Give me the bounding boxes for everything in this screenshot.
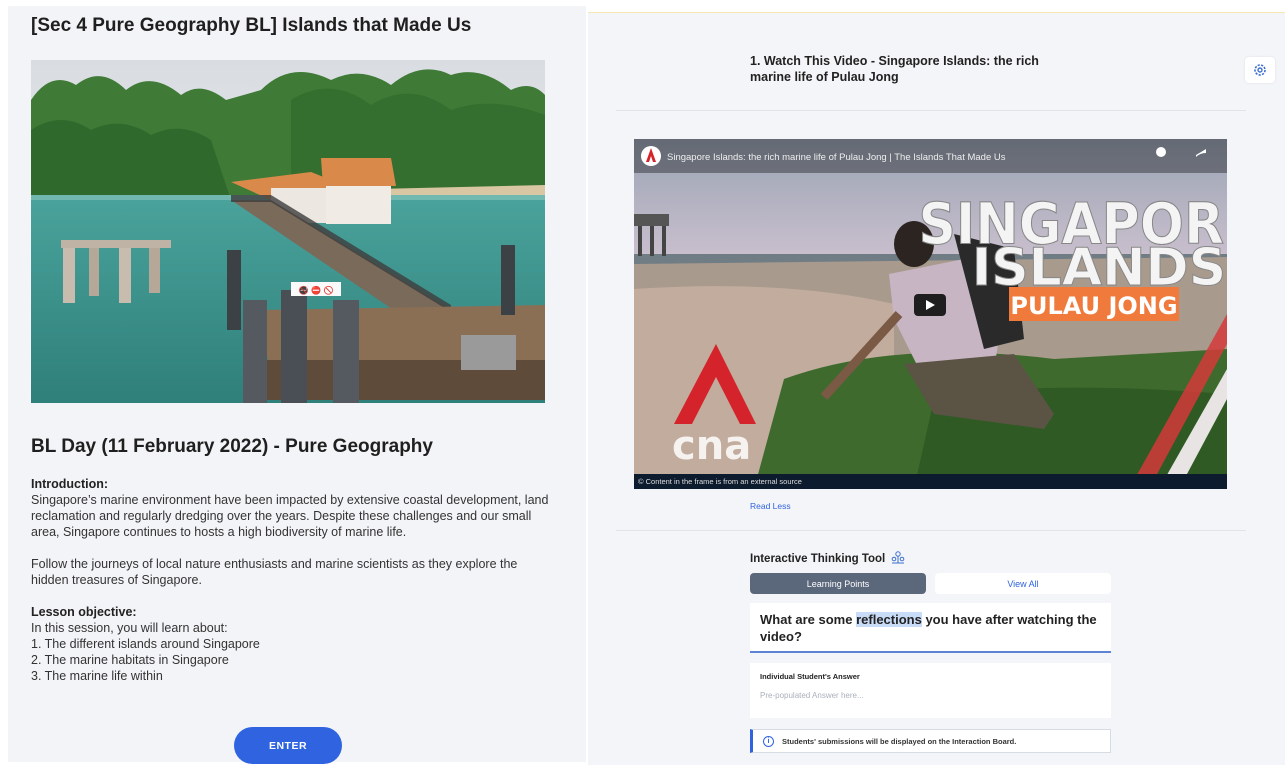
read-less-link[interactable]: Read Less bbox=[750, 501, 791, 511]
svg-text:Singapore Islands: the rich ma: Singapore Islands: the rich marine life … bbox=[667, 152, 1006, 163]
lesson-subtitle: BL Day (11 February 2022) - Pure Geograp… bbox=[31, 436, 433, 457]
interactive-thinking-tool-title: Interactive Thinking Tool bbox=[750, 551, 905, 567]
svg-text:cna: cna bbox=[672, 423, 751, 469]
tab-view-all[interactable]: View All bbox=[935, 573, 1111, 594]
itt-title-text: Interactive Thinking Tool bbox=[750, 553, 886, 565]
lesson-intro-panel: [Sec 4 Pure Geography BL] Islands that M… bbox=[8, 6, 586, 764]
question-text-pre: What are some bbox=[760, 612, 857, 627]
tab-learning-points[interactable]: Learning Points bbox=[750, 573, 926, 594]
video-player[interactable]: Singapore Islands: the rich marine life … bbox=[634, 139, 1227, 489]
intro-paragraph-2: Follow the journeys of local nature enth… bbox=[31, 557, 518, 587]
objective-item: 1. The different islands around Singapor… bbox=[31, 637, 260, 651]
enter-button[interactable]: ENTER bbox=[234, 727, 342, 764]
settings-gear-icon[interactable] bbox=[1245, 57, 1275, 83]
video-heading: 1. Watch This Video - Singapore Islands:… bbox=[750, 54, 1039, 84]
answer-field[interactable]: Individual Student's Answer Pre-populate… bbox=[750, 663, 1111, 718]
info-notice: i Students' submissions will be displaye… bbox=[750, 729, 1111, 753]
svg-text:© Content in the frame is from: © Content in the frame is from an extern… bbox=[638, 477, 802, 486]
answer-label: Individual Student's Answer bbox=[760, 672, 860, 681]
info-icon: i bbox=[763, 735, 774, 747]
svg-text:🚭 ⛔ 🚫: 🚭 ⛔ 🚫 bbox=[299, 285, 334, 295]
lesson-title: [Sec 4 Pure Geography BL] Islands that M… bbox=[31, 15, 472, 36]
objective-item: 3. The marine life within bbox=[31, 669, 163, 683]
objective-heading: Lesson objective: bbox=[31, 605, 137, 619]
svg-text:PULAU JONG: PULAU JONG bbox=[1010, 292, 1177, 320]
activity-panel: 1. Watch This Video - Singapore Islands:… bbox=[588, 12, 1285, 765]
team-icon bbox=[891, 551, 905, 567]
objective-item: 2. The marine habitats in Singapore bbox=[31, 653, 229, 667]
tab-bar: Learning Points View All bbox=[750, 573, 1111, 594]
jetty-photo: 🚭 ⛔ 🚫 bbox=[31, 60, 545, 403]
divider bbox=[616, 110, 1246, 111]
divider bbox=[616, 530, 1246, 531]
question-highlight: reflections bbox=[856, 612, 922, 627]
objective-intro: In this session, you will learn about: bbox=[31, 621, 228, 635]
intro-paragraph-1: Singapore’s marine environment have been… bbox=[31, 493, 549, 539]
info-text: Students' submissions will be displayed … bbox=[782, 736, 1017, 746]
answer-placeholder[interactable]: Pre-populated Answer here... bbox=[760, 691, 1101, 700]
lesson-description: Introduction: Singapore’s marine environ… bbox=[31, 476, 551, 684]
question-card: What are some reflections you have after… bbox=[750, 603, 1111, 653]
intro-heading: Introduction: bbox=[31, 477, 109, 491]
